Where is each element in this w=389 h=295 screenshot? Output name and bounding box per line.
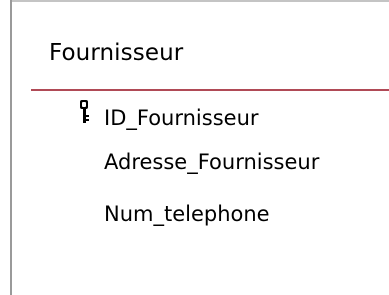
field-num-telephone[interactable]: Num_telephone bbox=[104, 202, 270, 226]
field-id-fournisseur[interactable]: ID_Fournisseur bbox=[104, 106, 259, 130]
primary-key-icon bbox=[80, 100, 89, 123]
field-adresse-fournisseur[interactable]: Adresse_Fournisseur bbox=[104, 150, 319, 174]
table-card-fournisseur[interactable]: Fournisseur ID_Fournisseur Adresse_Fourn… bbox=[12, 0, 389, 295]
table-title[interactable]: Fournisseur bbox=[49, 40, 183, 66]
title-underline bbox=[31, 89, 389, 91]
